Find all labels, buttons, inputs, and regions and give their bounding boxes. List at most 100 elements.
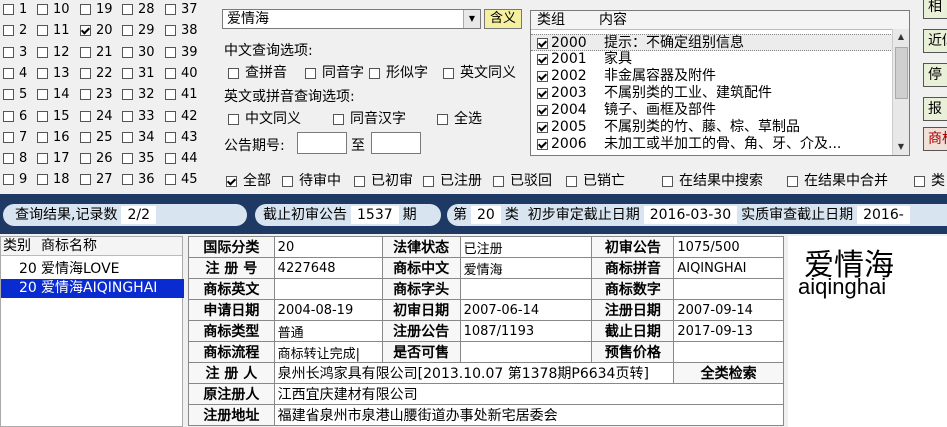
checkbox[interactable] (80, 174, 91, 186)
checkbox[interactable] (537, 105, 548, 116)
checkbox[interactable] (537, 38, 548, 49)
checkbox[interactable] (80, 67, 91, 79)
checkbox[interactable] (165, 67, 176, 79)
result-row[interactable]: 20 爱情海LOVE (1, 260, 184, 279)
status-filter-5[interactable]: 已销亡 (566, 170, 625, 190)
checkbox[interactable] (122, 89, 133, 101)
checkbox[interactable] (914, 175, 925, 187)
checkbox[interactable] (37, 89, 48, 101)
en-option-0[interactable]: 中文同义 (228, 108, 301, 128)
class-checkbox-28[interactable]: 28 (122, 1, 162, 19)
side-button-0[interactable]: 相 (923, 0, 947, 19)
class-checkbox-34[interactable]: 34 (122, 129, 162, 147)
checkbox[interactable] (165, 89, 176, 101)
class-checkbox-14[interactable]: 14 (37, 86, 77, 104)
class-checkbox-12[interactable]: 12 (37, 44, 77, 62)
checkbox[interactable] (37, 110, 48, 122)
class-checkbox-31[interactable]: 31 (122, 65, 162, 83)
class-checkbox-10[interactable]: 10 (37, 1, 77, 19)
group-row[interactable]: 2002 非金属容器及附件 (531, 68, 893, 85)
cn-option-0[interactable]: 查拼音 (228, 62, 287, 82)
checkbox[interactable] (3, 46, 14, 58)
checkbox[interactable] (37, 67, 48, 79)
checkbox[interactable] (165, 153, 176, 165)
checkbox[interactable] (80, 153, 91, 165)
class-checkbox-41[interactable]: 41 (165, 86, 205, 104)
checkbox[interactable] (3, 110, 14, 122)
checkbox[interactable] (493, 175, 504, 187)
group-row[interactable]: 2006 未加工或半加工的骨、角、牙、介及... (531, 136, 893, 153)
checkbox[interactable] (3, 4, 14, 15)
checkbox[interactable] (787, 175, 798, 187)
side-button-1[interactable]: 近似 (923, 29, 947, 53)
class-checkbox-45[interactable]: 45 (165, 171, 205, 189)
en-option-2[interactable]: 全选 (437, 108, 482, 128)
checkbox[interactable] (80, 110, 91, 122)
checkbox[interactable] (537, 54, 548, 65)
class-checkbox-11[interactable]: 11 (37, 22, 77, 40)
class-checkbox-27[interactable]: 27 (80, 171, 120, 189)
group-row[interactable]: 2001 家具 (531, 51, 893, 68)
checkbox[interactable] (122, 153, 133, 165)
status-filter-4[interactable]: 已驳回 (493, 170, 552, 190)
checkbox[interactable] (333, 113, 344, 125)
issue-to-input[interactable] (371, 132, 421, 154)
meaning-button[interactable]: 含义 (484, 9, 522, 29)
checkbox[interactable] (80, 46, 91, 58)
result-list[interactable]: 类别 商标名称 20 爱情海LOVE 20 爱情海AIQINGHAI (0, 236, 184, 427)
class-checkbox-19[interactable]: 19 (80, 1, 120, 19)
checkbox[interactable] (3, 131, 14, 143)
dropdown-arrow-icon[interactable]: ▼ (463, 10, 480, 28)
side-button-3[interactable]: 报 (923, 97, 947, 121)
status-filter-6[interactable]: 在结果中搜索 (662, 170, 763, 190)
checkbox[interactable] (37, 153, 48, 165)
checkbox[interactable] (165, 46, 176, 58)
status-filter-7[interactable]: 在结果中合并 (787, 170, 888, 190)
status-filter-8[interactable]: 类 (914, 170, 945, 190)
checkbox[interactable] (80, 4, 91, 15)
class-checkbox-33[interactable]: 33 (122, 108, 162, 126)
class-checkbox-36[interactable]: 36 (122, 171, 162, 189)
checkbox[interactable] (305, 67, 316, 79)
class-checkbox-39[interactable]: 39 (165, 44, 205, 62)
class-checkbox-29[interactable]: 29 (122, 22, 162, 40)
full-search-button[interactable]: 全类检索 (673, 362, 784, 384)
class-checkbox-26[interactable]: 26 (80, 150, 120, 168)
class-checkbox-21[interactable]: 21 (80, 44, 120, 62)
checkbox[interactable] (443, 67, 454, 79)
class-checkbox-18[interactable]: 18 (37, 171, 77, 189)
side-button-4[interactable]: 商标 (923, 127, 947, 151)
checkbox[interactable] (80, 131, 91, 143)
checkbox[interactable] (537, 88, 548, 99)
group-row[interactable]: 2000 提示：不确定组别信息 (531, 34, 893, 51)
cn-option-3[interactable]: 英文同义 (443, 62, 516, 82)
class-checkbox-30[interactable]: 30 (122, 44, 162, 62)
checkbox[interactable] (122, 4, 133, 15)
checkbox[interactable] (282, 175, 293, 187)
checkbox[interactable] (165, 174, 176, 186)
status-filter-3[interactable]: 已注册 (423, 170, 482, 190)
status-filter-2[interactable]: 已初审 (354, 170, 413, 190)
side-button-2[interactable]: 停 (923, 63, 947, 87)
checkbox[interactable] (165, 110, 176, 122)
checkbox[interactable] (37, 131, 48, 143)
scroll-thumb[interactable] (895, 47, 908, 99)
class-checkbox-20[interactable]: 20 (80, 22, 120, 40)
class-checkbox-13[interactable]: 13 (37, 65, 77, 83)
checkbox[interactable] (122, 131, 133, 143)
en-option-1[interactable]: 同音汉字 (333, 108, 406, 128)
group-row[interactable]: 2004 镜子、画框及部件 (531, 102, 893, 119)
class-checkbox-22[interactable]: 22 (80, 65, 120, 83)
checkbox[interactable] (122, 25, 133, 37)
checkbox[interactable] (437, 113, 448, 125)
scroll-down-icon[interactable]: ▼ (893, 139, 909, 155)
class-checkbox-16[interactable]: 16 (37, 129, 77, 147)
status-filter-1[interactable]: 待审中 (282, 170, 341, 190)
class-checkbox-17[interactable]: 17 (37, 150, 77, 168)
checkbox[interactable] (122, 174, 133, 186)
checkbox[interactable] (37, 4, 48, 15)
checkbox[interactable] (165, 131, 176, 143)
class-checkbox-38[interactable]: 38 (165, 22, 205, 40)
checkbox[interactable] (566, 175, 577, 187)
status-filter-0[interactable]: 全部 (226, 170, 271, 190)
